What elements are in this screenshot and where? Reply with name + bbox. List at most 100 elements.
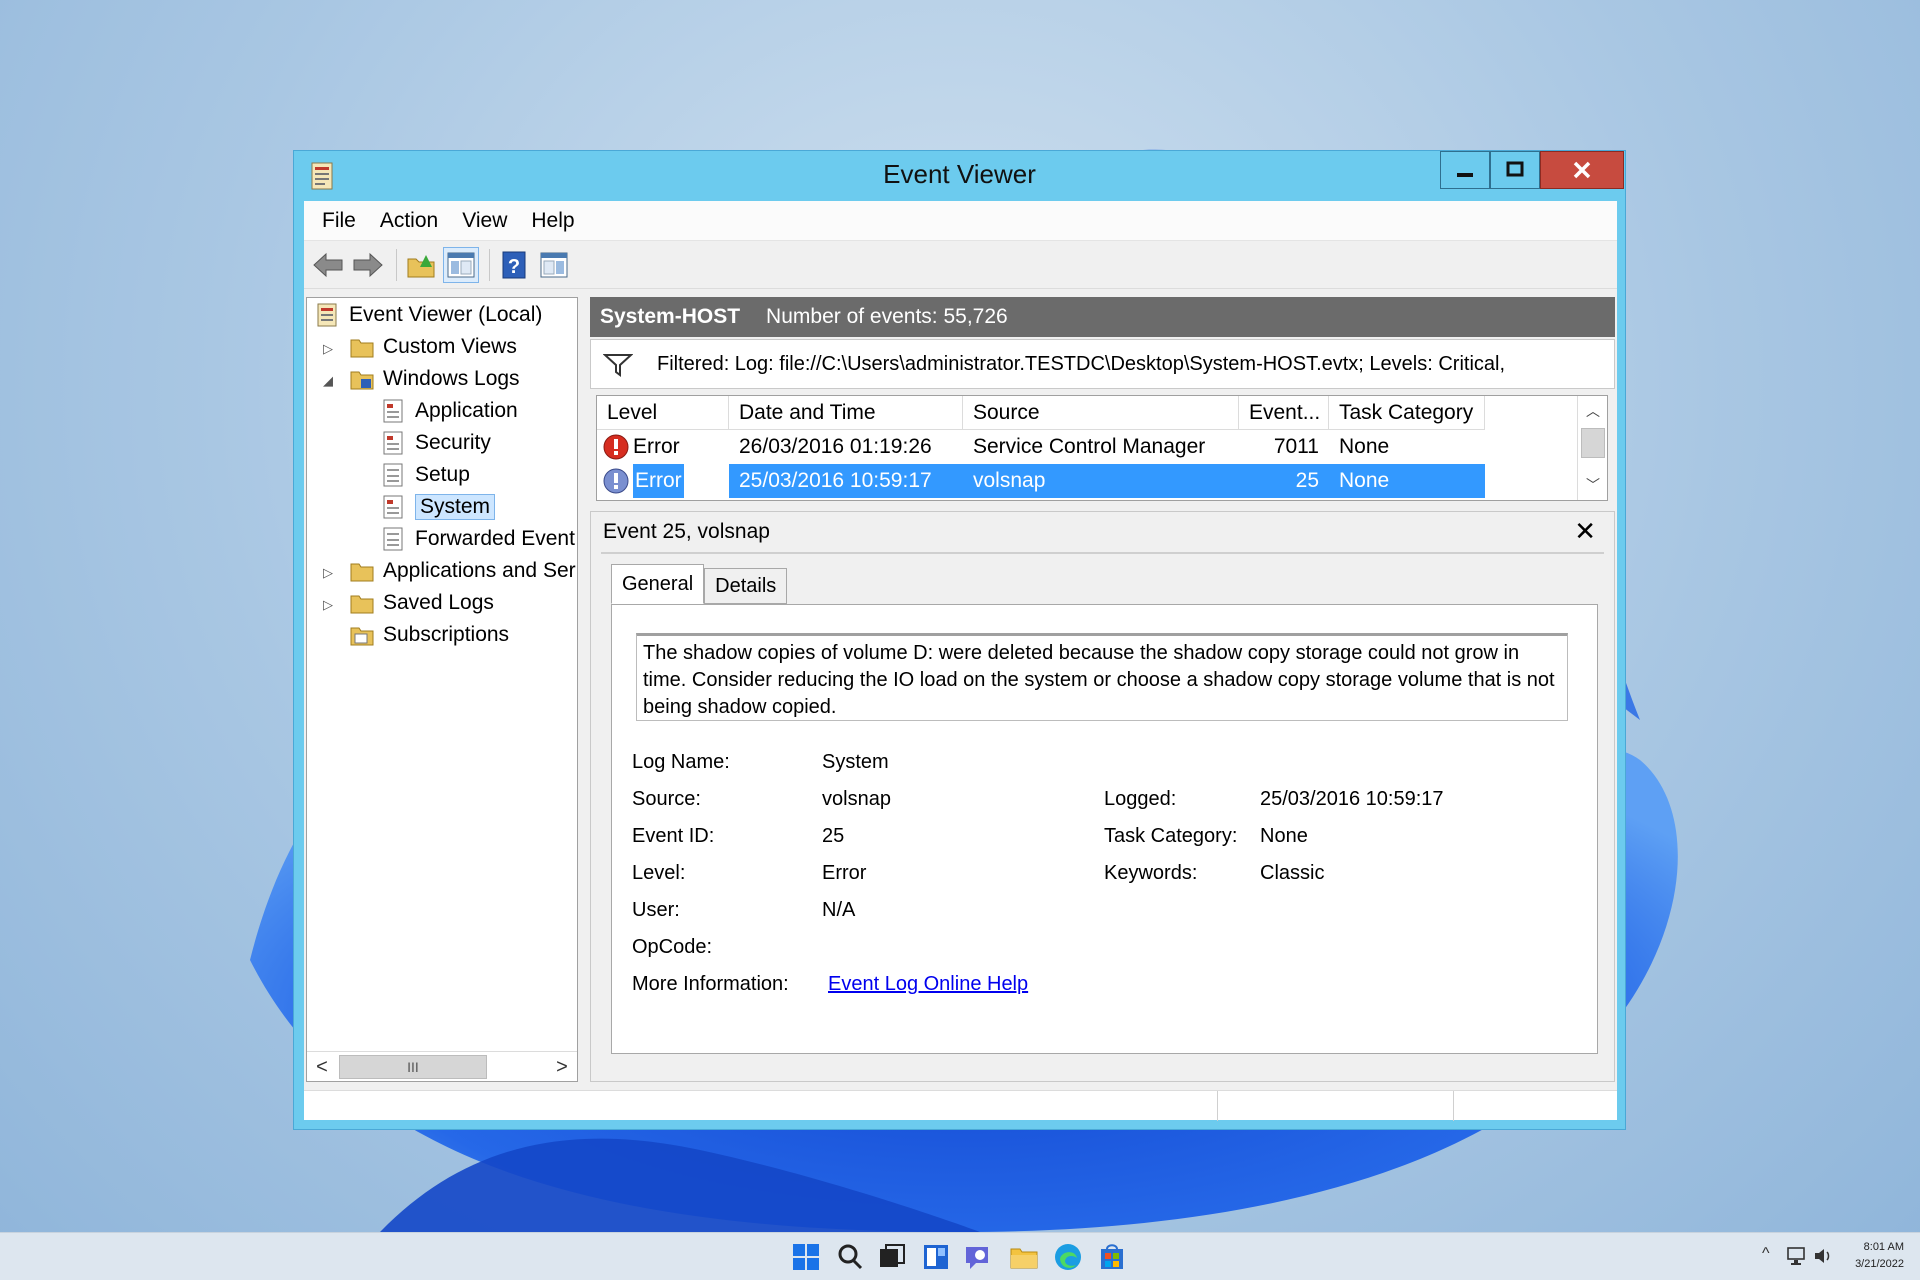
cell-date-and-time: 26/03/2016 01:19:26 [739, 435, 932, 458]
maximize-button[interactable] [1490, 151, 1540, 189]
log-pane: System-HOST Number of events: 55,726 Fil… [590, 297, 1615, 1082]
tree-item-forwarded-events[interactable]: Forwarded Event [381, 524, 575, 554]
filter-text: Filtered: Log: file://C:\Users\administr… [657, 352, 1506, 375]
close-icon [1573, 161, 1591, 179]
scroll-left-icon[interactable]: < [307, 1052, 337, 1081]
window-title: Event Viewer [883, 159, 1036, 189]
collapse-arrow-icon[interactable]: ◢ [323, 374, 337, 388]
pane-splitter[interactable] [580, 297, 588, 1082]
events-grid-header: Level Date and Time Source Event... Task… [597, 396, 1485, 430]
column-header-source[interactable]: Source [963, 396, 1239, 430]
label-level: Level: [632, 862, 686, 884]
tree-item-application[interactable]: Application [381, 396, 518, 426]
windows-logs-folder-icon [350, 371, 374, 390]
help-icon: ? [502, 251, 526, 278]
start-icon[interactable] [790, 1241, 822, 1273]
up-folder-button[interactable] [403, 247, 439, 283]
tree-label: Forwarded Event [415, 527, 575, 550]
tree-item-applications-and-services[interactable]: Applications and Ser [349, 556, 576, 586]
event-row-selected[interactable]: Error 25/03/2016 10:59:17 volsnap 25 Non… [597, 464, 1485, 498]
tree-item-saved-logs[interactable]: Saved Logs [349, 588, 494, 618]
tree-item-custom-views[interactable]: Custom Views [349, 332, 517, 362]
back-button[interactable] [310, 247, 346, 283]
column-header-level[interactable]: Level [597, 396, 729, 430]
event-description[interactable]: The shadow copies of volume D: were dele… [636, 633, 1568, 721]
menu-view[interactable]: View [450, 209, 519, 233]
level-text: Error [633, 435, 680, 458]
toolbar-separator [396, 248, 397, 281]
widgets-icon[interactable] [920, 1241, 952, 1273]
forward-arrow-icon [353, 252, 383, 277]
minimize-button[interactable] [1440, 151, 1490, 189]
tree-item-subscriptions[interactable]: Subscriptions [349, 620, 509, 650]
console-tree[interactable]: Event Viewer (Local) ▷ Custom Views ◢ Wi… [306, 297, 578, 1082]
event-row[interactable]: Error 26/03/2016 01:19:26 Service Contro… [597, 430, 1485, 464]
detail-close-icon[interactable]: ✕ [1574, 516, 1596, 547]
detail-title: Event 25, volsnap [603, 520, 770, 543]
filter-bar: Filtered: Log: file://C:\Users\administr… [590, 339, 1615, 389]
cell-level: Error [597, 464, 729, 498]
tree-label: Custom Views [383, 335, 517, 358]
menu-action[interactable]: Action [368, 209, 450, 233]
scroll-down-icon[interactable]: ﹀ [1578, 470, 1607, 500]
folder-icon [350, 563, 374, 582]
open-folder-icon [407, 254, 435, 277]
tree-item-security[interactable]: Security [381, 428, 491, 458]
column-header-task-category[interactable]: Task Category [1329, 396, 1485, 430]
clock-date: 3/21/2022 [1855, 1258, 1904, 1270]
tree-horizontal-scrollbar[interactable]: < III > [307, 1051, 577, 1081]
events-vertical-scrollbar[interactable]: ︿ ﹀ [1577, 396, 1607, 500]
system-clock[interactable]: 8:01 AM 3/21/2022 [1855, 1239, 1904, 1273]
label-more-information: More Information: [632, 973, 789, 995]
edge-icon[interactable] [1052, 1241, 1084, 1273]
column-header-date-and-time[interactable]: Date and Time [729, 396, 963, 430]
forward-button[interactable] [350, 247, 386, 283]
store-icon[interactable] [1096, 1241, 1128, 1273]
scroll-up-icon[interactable]: ︿ [1578, 396, 1607, 426]
folder-icon [350, 339, 374, 358]
tree-item-event-viewer-local[interactable]: Event Viewer (Local) [315, 300, 542, 330]
expand-arrow-icon[interactable]: ▷ [323, 598, 337, 612]
value-task-category: None [1260, 825, 1308, 847]
scroll-thumb[interactable]: III [339, 1055, 487, 1079]
title-bar[interactable]: Event Viewer [294, 151, 1625, 201]
task-view-icon[interactable] [876, 1241, 908, 1273]
cell-date-and-time: 25/03/2016 10:59:17 [729, 464, 963, 498]
tree-label-selected: System [415, 494, 496, 520]
close-button[interactable] [1540, 151, 1624, 189]
expand-arrow-icon[interactable]: ▷ [323, 566, 337, 580]
tab-details[interactable]: Details [704, 568, 788, 604]
file-explorer-icon[interactable] [1008, 1241, 1040, 1273]
log-icon [383, 431, 403, 455]
scroll-thumb[interactable] [1581, 428, 1605, 458]
event-detail-pane: Event 25, volsnap ✕ General Details The … [590, 511, 1615, 1082]
action-pane-button[interactable] [536, 247, 572, 283]
tab-general[interactable]: General [611, 564, 705, 604]
clock-time: 8:01 AM [1863, 1241, 1904, 1253]
show-hide-console-tree-button[interactable] [443, 246, 479, 283]
chat-icon[interactable] [962, 1241, 994, 1273]
tree-item-setup[interactable]: Setup [381, 460, 470, 490]
help-button[interactable]: ? [496, 247, 532, 283]
label-task-category: Task Category: [1104, 825, 1238, 847]
folder-icon [350, 595, 374, 614]
taskbar: ^ 8:01 AM 3/21/2022 [0, 1232, 1920, 1280]
event-log-online-help-link[interactable]: Event Log Online Help [828, 973, 1028, 996]
network-icon[interactable] [1786, 1245, 1808, 1267]
menu-file[interactable]: File [310, 209, 368, 233]
tray-chevron-icon[interactable]: ^ [1762, 1245, 1770, 1263]
tree-item-system[interactable]: System [381, 492, 496, 522]
scroll-right-icon[interactable]: > [547, 1052, 577, 1081]
label-event-id: Event ID: [632, 825, 715, 847]
expand-arrow-icon[interactable]: ▷ [323, 342, 337, 356]
volume-icon[interactable] [1812, 1245, 1834, 1267]
search-icon[interactable] [834, 1241, 866, 1273]
log-icon [383, 463, 403, 487]
tree-item-windows-logs[interactable]: Windows Logs [349, 364, 520, 394]
menu-help[interactable]: Help [519, 209, 586, 233]
filter-funnel-icon [603, 354, 633, 377]
label-user: User: [632, 899, 680, 921]
log-header: System-HOST Number of events: 55,726 [590, 297, 1615, 337]
column-header-event-id[interactable]: Event... [1239, 396, 1329, 430]
action-pane-icon [540, 252, 568, 277]
